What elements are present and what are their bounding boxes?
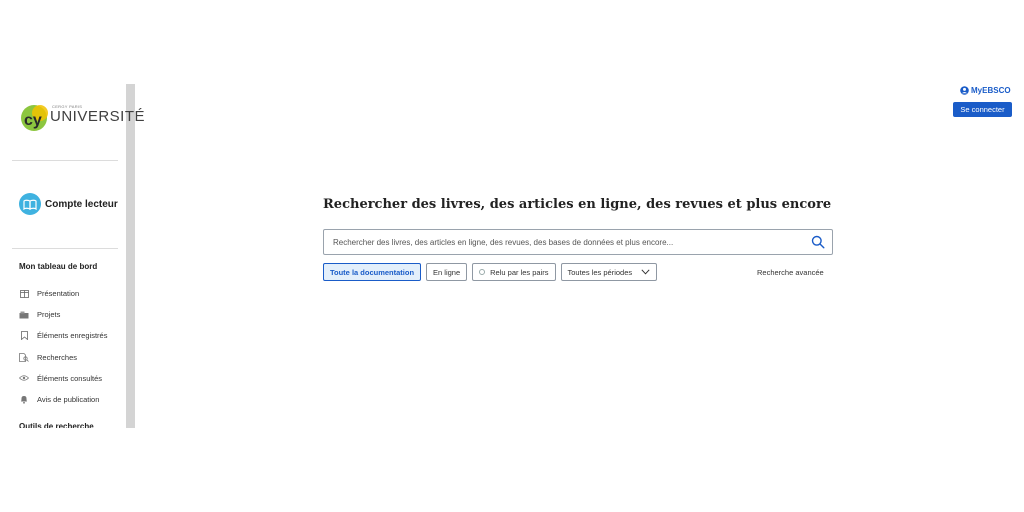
- search-input[interactable]: [333, 230, 803, 254]
- filter-online[interactable]: En ligne: [426, 263, 468, 281]
- cy-logo-icon: cy: [21, 105, 48, 131]
- sidebar-item-saved[interactable]: Éléments enregistrés: [19, 325, 107, 346]
- sidebar-divider: [12, 248, 118, 249]
- sidebar-item-label: Projets: [37, 310, 61, 320]
- sidebar-item-alerts[interactable]: Avis de publication: [19, 389, 107, 410]
- filter-all-documentation[interactable]: Toute la documentation: [323, 263, 422, 281]
- sidebar-divider: [12, 160, 118, 161]
- svg-text:cy: cy: [24, 112, 42, 129]
- filter-all-periods-dropdown[interactable]: Toutes les périodes: [560, 263, 658, 281]
- book-icon: [19, 193, 41, 215]
- sidebar-item-label: Présentation: [37, 289, 80, 299]
- logo-brand-text: UNIVERSITÉ: [50, 108, 146, 125]
- sidebar-scrollbar[interactable]: [126, 84, 135, 428]
- user-icon: [960, 86, 969, 95]
- folders-icon: [19, 310, 29, 320]
- search-history-icon: [19, 352, 29, 362]
- sidebar-item-label: Recherches: [37, 352, 78, 362]
- sidebar-item-searches[interactable]: Recherches: [19, 347, 107, 368]
- myebsco-link[interactable]: MyEBSCO: [960, 86, 1011, 95]
- eye-icon: [19, 373, 29, 383]
- filter-all-periods-label: Toutes les périodes: [567, 267, 633, 277]
- dashboard-title: Mon tableau de bord: [19, 262, 98, 271]
- reader-account-link[interactable]: Compte lecteur: [19, 193, 118, 215]
- myebsco-label: MyEBSCO: [971, 86, 1011, 95]
- advanced-search-link[interactable]: Recherche avancée: [757, 268, 824, 277]
- bookmark-icon: [19, 331, 29, 341]
- filter-peer-reviewed-label: Relu par les pairs: [490, 267, 549, 277]
- search-filters: Toute la documentation En ligne Relu par…: [323, 263, 662, 281]
- sidebar-item-label: Éléments enregistrés: [37, 331, 108, 341]
- filter-peer-reviewed[interactable]: Relu par les pairs: [472, 263, 556, 281]
- dashboard-menu: Présentation Projets Éléments enregistré…: [19, 283, 107, 410]
- search-icon[interactable]: [811, 235, 825, 249]
- chevron-down-icon: [641, 269, 650, 275]
- login-button[interactable]: Se connecter: [953, 102, 1012, 117]
- columns-icon: [19, 289, 29, 299]
- sidebar-item-label: Éléments consultés: [37, 373, 103, 383]
- page-title: Rechercher des livres, des articles en l…: [323, 197, 832, 212]
- bell-icon: [19, 395, 29, 405]
- reader-account-label: Compte lecteur: [45, 198, 118, 210]
- research-tools-title: Outils de recherche: [19, 422, 94, 428]
- search-box: [323, 229, 833, 255]
- sidebar-item-viewed[interactable]: Éléments consultés: [19, 368, 107, 389]
- university-logo[interactable]: cy CERGY PARIS UNIVERSITÉ: [20, 100, 145, 134]
- sidebar-item-label: Avis de publication: [37, 395, 100, 405]
- toggle-indicator-icon: [479, 269, 486, 275]
- sidebar-item-projects[interactable]: Projets: [19, 304, 107, 325]
- sidebar-item-presentation[interactable]: Présentation: [19, 283, 107, 304]
